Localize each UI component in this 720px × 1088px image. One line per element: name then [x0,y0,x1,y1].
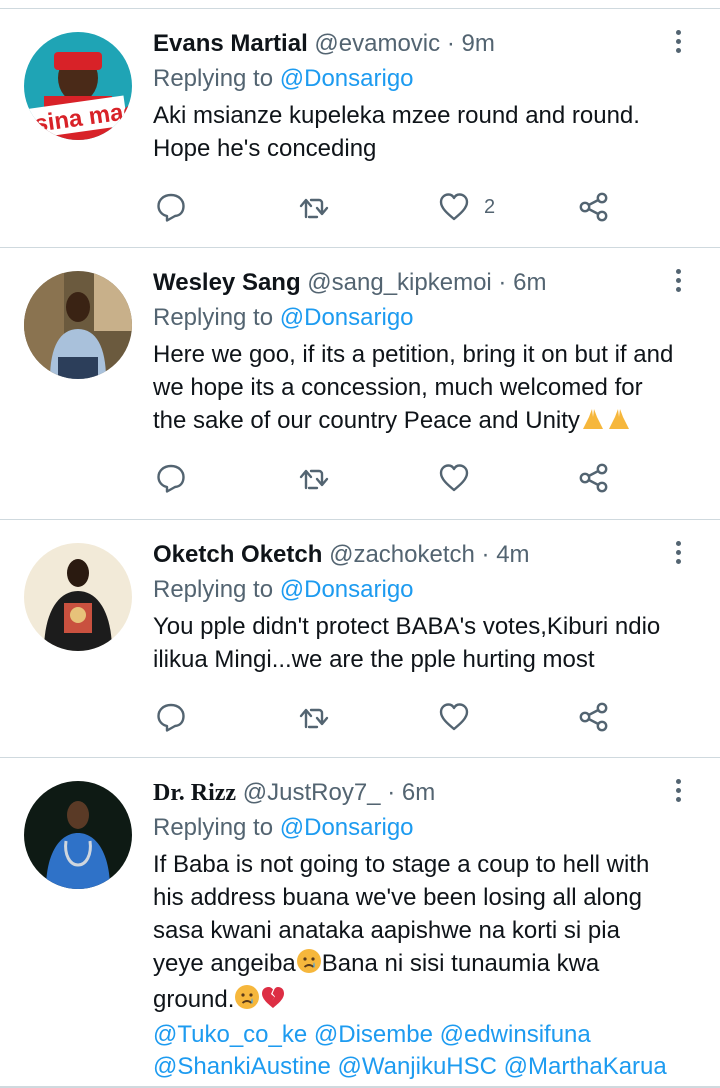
replying-to-label: Replying to [153,65,274,92]
heart-icon [439,703,469,731]
reply-mention[interactable]: @Donsarigo [280,304,414,331]
retweet-icon [299,198,329,219]
replying-to: Replying to @Donsarigo [153,574,690,606]
tweet-actions [153,458,623,498]
author-name[interactable]: Oketch Oketch [153,541,322,568]
heart-icon [439,193,469,221]
broken-heart-emoji-icon [260,984,286,1019]
share-button[interactable] [578,697,610,737]
timestamp[interactable]: 4m [496,541,529,568]
crying-face-emoji-icon [296,948,322,983]
tweet-text-line: ground. [153,983,690,1019]
author-name[interactable]: Wesley Sang [153,269,301,296]
like-button[interactable] [438,458,470,498]
like-button[interactable]: 2 [438,187,495,227]
tweet-text-line: Aki msianze kupeleka mzee round and roun… [153,102,640,129]
more-options-button[interactable] [666,537,690,567]
tweet-text: You pple didn't protect BABA's votes,Kib… [153,610,690,676]
replying-to: Replying to @Donsarigo [153,812,690,844]
tweet-text-line: If Baba is not going to stage a coup to … [153,851,650,878]
tweet-text-segment: yeye angeiba [153,950,296,977]
tweet-text-line: Hope he's conceding [153,135,377,162]
reply-button[interactable] [155,697,187,737]
replying-to-label: Replying to [153,304,274,331]
tweet-text-line: ilikua Mingi...we are the pple hurting m… [153,646,595,673]
heart-icon [439,464,469,492]
tweet-actions [153,697,623,737]
tweet-text-line: Here we goo, if its a petition, bring it… [153,341,674,368]
tweet[interactable]: Dr. Rizz @JustRoy7_ · 6m Replying to @Do… [0,758,720,1088]
tweet-text-line: the sake of our country Peace and Unity [153,404,690,440]
share-icon [579,192,608,222]
replying-to: Replying to @Donsarigo [153,63,690,95]
avatar[interactable] [24,543,132,651]
praying-hands-emoji-icon [580,405,606,440]
separator: · [481,541,490,568]
author-handle[interactable]: @JustRoy7_ [243,779,381,806]
tweet-text-line: his address buana we've been losing all … [153,884,642,911]
tweet-text: If Baba is not going to stage a coup to … [153,848,690,1019]
reply-icon [157,464,185,493]
mentions: @Tuko_co_ke @Disembe @edwinsifuna @Shank… [153,1019,690,1083]
reply-icon [157,193,185,222]
separator: · [446,30,455,57]
author-name[interactable]: Evans Martial [153,30,308,57]
replying-to-label: Replying to [153,814,274,841]
tweet[interactable]: sina maoni Evans Martial @evamovic · 9m … [0,9,720,248]
separator: · [498,269,507,296]
avatar[interactable] [24,781,132,889]
more-options-button[interactable] [666,775,690,805]
author-handle[interactable]: @evamovic [314,30,440,57]
avatar[interactable]: sina maoni [24,32,132,140]
tweet-text: Here we goo, if its a petition, bring it… [153,338,690,440]
tweet[interactable]: Wesley Sang @sang_kipkemoi · 6m Replying… [0,248,720,520]
mention-links[interactable]: @Tuko_co_ke @Disembe @edwinsifuna [153,1019,690,1051]
replying-to-label: Replying to [153,576,274,603]
retweet-icon [299,708,329,729]
avatar[interactable] [24,271,132,379]
more-options-button[interactable] [666,265,690,295]
timestamp[interactable]: 9m [461,30,494,57]
tweet[interactable]: Oketch Oketch @zachoketch · 4m Replying … [0,520,720,758]
author-handle[interactable]: @sang_kipkemoi [307,269,491,296]
reply-mention[interactable]: @Donsarigo [280,814,414,841]
reply-mention[interactable]: @Donsarigo [280,576,414,603]
share-button[interactable] [578,187,610,227]
replying-to: Replying to @Donsarigo [153,302,690,334]
like-button[interactable] [438,697,470,737]
praying-hands-emoji-icon [606,405,632,440]
tweet-text: Aki msianze kupeleka mzee round and roun… [153,99,690,165]
share-icon [579,702,608,732]
reply-button[interactable] [155,458,187,498]
tweet-text-line: You pple didn't protect BABA's votes,Kib… [153,613,661,640]
tweet-text-line: sasa kwani anataka aapishwe na korti si … [153,917,620,944]
retweet-icon [299,469,329,490]
tweet-text-segment: the sake of our country Peace and Unity [153,407,580,434]
more-options-button[interactable] [666,26,690,56]
reply-button[interactable] [155,187,187,227]
retweet-button[interactable] [298,697,330,737]
reply-icon [157,703,185,732]
tweet-text-segment: Bana ni sisi tunaumia kwa [321,950,600,977]
retweet-button[interactable] [298,458,330,498]
separator: · [387,779,396,806]
reply-mention[interactable]: @Donsarigo [280,65,414,92]
tweet-actions: 2 [153,187,623,227]
timestamp[interactable]: 6m [513,269,546,296]
author-handle[interactable]: @zachoketch [329,541,475,568]
retweet-button[interactable] [298,187,330,227]
author-name[interactable]: Dr. Rizz [153,780,236,806]
crying-face-emoji-icon [234,984,260,1019]
share-icon [579,463,608,493]
tweet-text-line: yeye angeiba Bana ni sisi tunaumia kwa [153,947,690,983]
top-divider [0,0,720,9]
like-count: 2 [484,195,496,218]
timestamp[interactable]: 6m [402,779,435,806]
tweet-text-segment: ground. [153,986,235,1013]
tweet-text-line: we hope its a concession, much welcomed … [153,374,643,401]
share-button[interactable] [578,458,610,498]
mention-links[interactable]: @ShankiAustine @WanjikuHSC @MarthaKarua [153,1051,690,1083]
